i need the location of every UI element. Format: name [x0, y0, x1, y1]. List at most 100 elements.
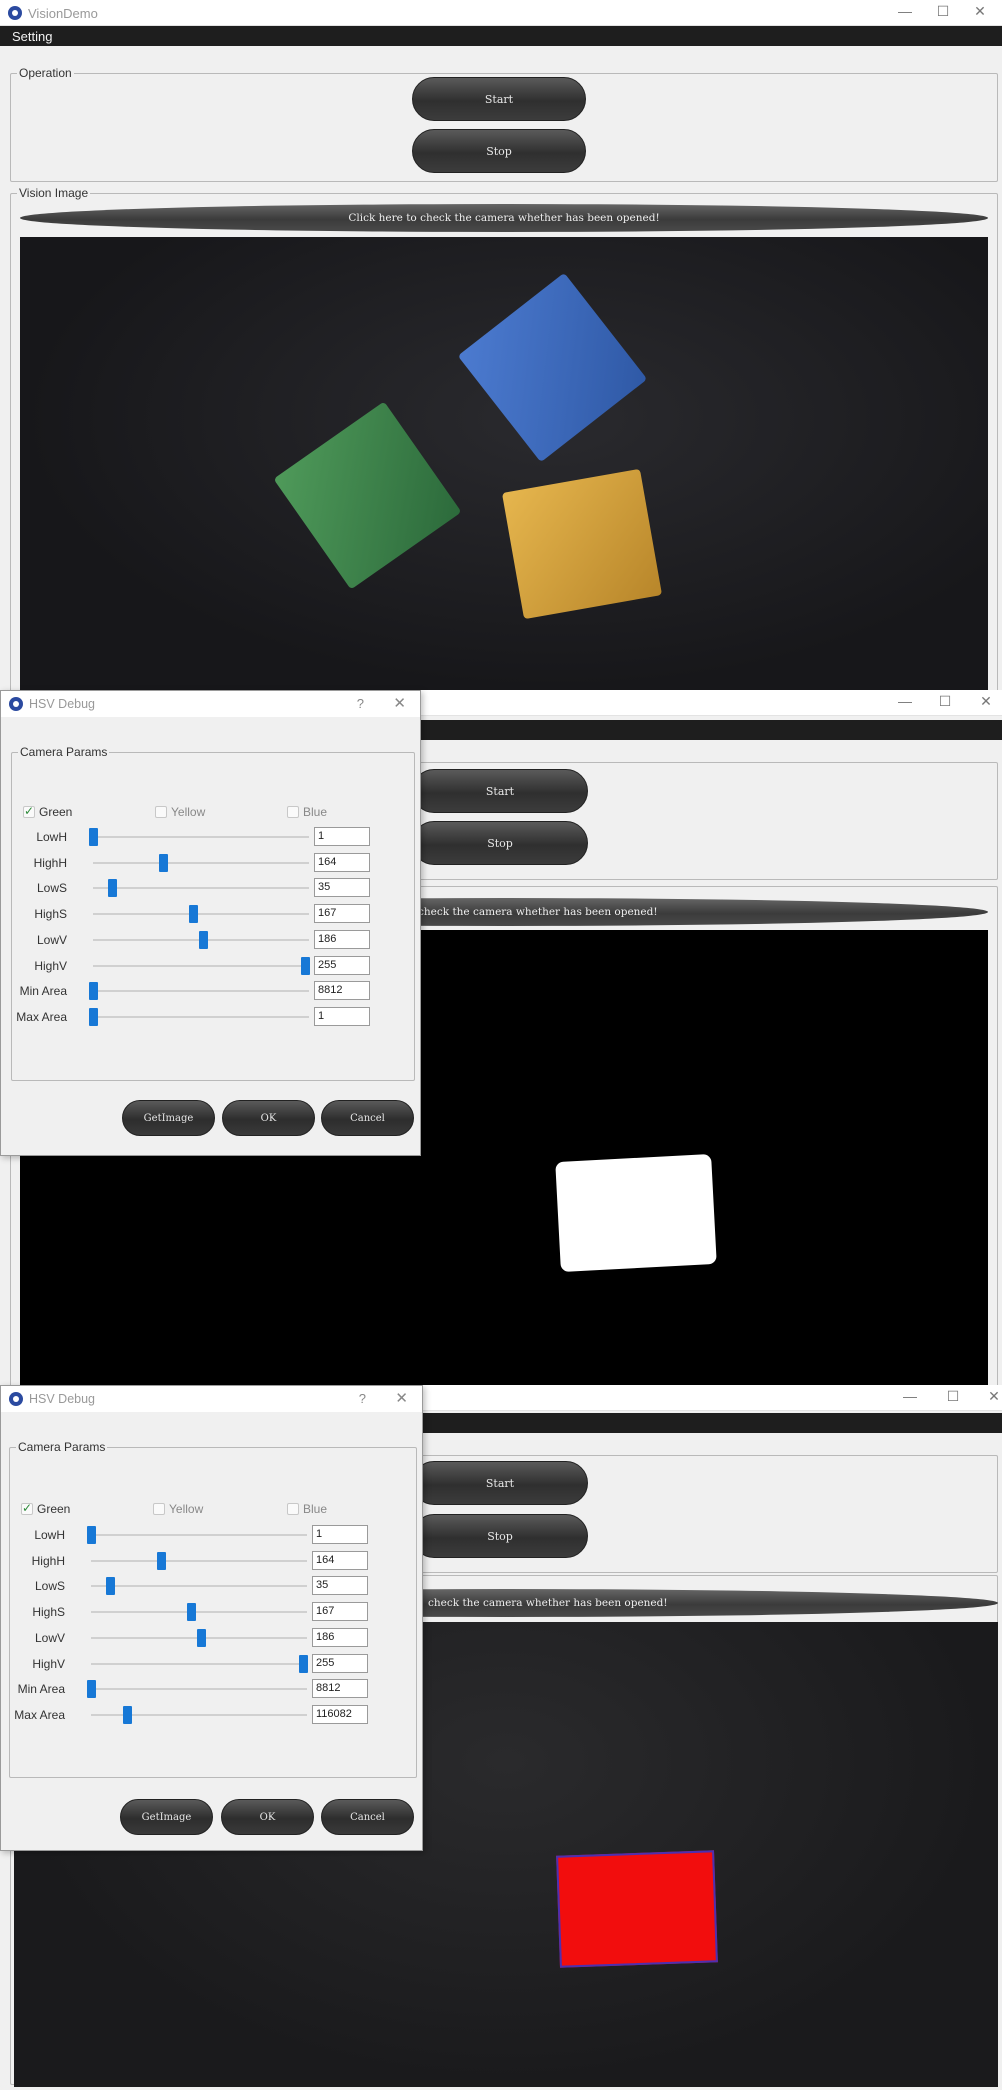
param-slider[interactable]: [89, 828, 309, 846]
param-row-highv: HighV 255: [1, 955, 391, 977]
param-value-input[interactable]: 167: [312, 1602, 368, 1622]
minimize-icon[interactable]: —: [900, 1388, 920, 1404]
slider-handle[interactable]: [301, 956, 310, 975]
stop-button[interactable]: Stop: [412, 1514, 588, 1558]
getimage-button[interactable]: GetImage: [122, 1100, 215, 1136]
param-slider[interactable]: [91, 1705, 307, 1724]
param-slider[interactable]: [91, 1577, 307, 1596]
minimize-icon[interactable]: —: [895, 3, 915, 19]
param-value-input[interactable]: 8812: [312, 1679, 368, 1699]
param-label: LowS: [36, 881, 67, 896]
slider-handle[interactable]: [108, 879, 118, 898]
ok-button[interactable]: OK: [222, 1100, 315, 1136]
maximize-icon[interactable]: ☐: [933, 3, 953, 20]
start-button[interactable]: Start: [412, 1461, 588, 1505]
slider-handle[interactable]: [158, 853, 168, 872]
param-value-input[interactable]: 35: [312, 1576, 368, 1596]
param-slider[interactable]: [89, 1007, 309, 1026]
param-value-input[interactable]: 255: [314, 955, 370, 975]
param-value-input[interactable]: 167: [314, 904, 370, 924]
slider-handle[interactable]: [199, 930, 209, 949]
minimize-icon[interactable]: —: [895, 693, 915, 709]
param-value-input[interactable]: 186: [312, 1627, 368, 1647]
param-slider[interactable]: [93, 930, 309, 949]
slider-handle[interactable]: [89, 982, 98, 1001]
green-checkbox[interactable]: Green: [23, 804, 72, 819]
help-icon[interactable]: ?: [359, 1391, 366, 1406]
param-value-input[interactable]: 8812: [314, 981, 370, 1001]
close-icon[interactable]: ✕: [984, 1388, 1002, 1405]
param-label: HighH: [31, 1553, 65, 1568]
yellow-checkbox[interactable]: Yellow: [153, 1502, 203, 1516]
slider-handle[interactable]: [89, 828, 98, 846]
main-window-frame-1: VisionDemo — ☐ ✕ Setting Operation Start…: [0, 0, 1002, 690]
param-slider[interactable]: [93, 879, 309, 898]
blue-checkbox[interactable]: Blue: [287, 1502, 327, 1516]
start-button[interactable]: Start: [412, 769, 588, 813]
close-icon[interactable]: ✕: [395, 1389, 408, 1407]
slider-handle[interactable]: [186, 1603, 196, 1622]
slider-handle[interactable]: [87, 1526, 96, 1544]
param-slider[interactable]: [91, 1628, 307, 1647]
green-checkbox[interactable]: Green: [21, 1501, 70, 1516]
param-slider[interactable]: [87, 1526, 307, 1544]
param-value-input[interactable]: 35: [314, 878, 370, 898]
param-label: LowH: [36, 830, 67, 844]
yellow-checkbox[interactable]: Yellow: [155, 805, 205, 819]
slider-handle[interactable]: [89, 1007, 98, 1026]
menu-setting[interactable]: Setting: [12, 29, 52, 44]
param-row-lowv: LowV 186: [1, 929, 391, 951]
param-value-input[interactable]: 186: [314, 929, 370, 949]
operation-group-title: Operation: [19, 66, 72, 80]
slider-handle[interactable]: [197, 1628, 207, 1647]
slider-handle[interactable]: [156, 1551, 166, 1570]
yellow-label: Yellow: [171, 805, 206, 819]
param-slider[interactable]: [93, 956, 310, 975]
cancel-button[interactable]: Cancel: [321, 1799, 414, 1835]
param-label: HighV: [32, 1656, 65, 1671]
param-value-input[interactable]: 116082: [312, 1704, 368, 1724]
cancel-button[interactable]: Cancel: [321, 1100, 414, 1136]
close-icon[interactable]: ✕: [970, 3, 990, 20]
camera-status-button[interactable]: Click here to check the camera whether h…: [20, 204, 988, 232]
param-row-lows: LowS 35: [1, 877, 391, 899]
start-button[interactable]: Start: [412, 77, 586, 121]
param-value-input[interactable]: 1: [314, 1006, 370, 1026]
param-slider[interactable]: [87, 1680, 307, 1699]
blue-label: Blue: [303, 1502, 328, 1516]
getimage-button[interactable]: GetImage: [120, 1799, 213, 1835]
param-value-input[interactable]: 255: [312, 1653, 368, 1673]
help-icon[interactable]: ?: [357, 696, 364, 711]
param-row-max-area: Max Area 116082: [0, 1704, 389, 1726]
camera-image-view: [20, 237, 988, 690]
param-slider[interactable]: [91, 1654, 308, 1673]
ok-button[interactable]: OK: [221, 1799, 314, 1835]
close-icon[interactable]: ✕: [393, 694, 406, 712]
maximize-icon[interactable]: ☐: [935, 693, 955, 710]
param-label: HighV: [34, 958, 67, 973]
dialog-title: HSV Debug: [29, 1392, 96, 1406]
param-slider[interactable]: [89, 982, 309, 1001]
close-icon[interactable]: ✕: [976, 693, 996, 710]
param-slider[interactable]: [93, 853, 309, 872]
param-row-max-area: Max Area 1: [1, 1006, 391, 1028]
slider-handle[interactable]: [299, 1654, 308, 1673]
param-slider[interactable]: [93, 905, 309, 924]
camera-params-title: Camera Params: [20, 745, 108, 759]
param-value-input[interactable]: 1: [314, 827, 370, 846]
stop-button[interactable]: Stop: [412, 129, 586, 173]
blue-checkbox[interactable]: Blue: [287, 805, 327, 819]
slider-handle[interactable]: [87, 1680, 96, 1699]
param-value-input[interactable]: 164: [314, 852, 370, 872]
slider-handle[interactable]: [123, 1705, 133, 1724]
slider-handle[interactable]: [188, 905, 198, 924]
param-slider[interactable]: [91, 1551, 307, 1570]
param-value-input[interactable]: 164: [312, 1550, 368, 1570]
stop-button[interactable]: Stop: [412, 821, 588, 865]
param-value-input[interactable]: 1: [312, 1525, 368, 1544]
maximize-icon[interactable]: ☐: [943, 1388, 963, 1405]
slider-handle[interactable]: [106, 1577, 116, 1596]
param-slider[interactable]: [91, 1603, 307, 1622]
param-row-lows: LowS 35: [0, 1575, 389, 1597]
param-row-min-area: Min Area 8812: [0, 1678, 389, 1700]
